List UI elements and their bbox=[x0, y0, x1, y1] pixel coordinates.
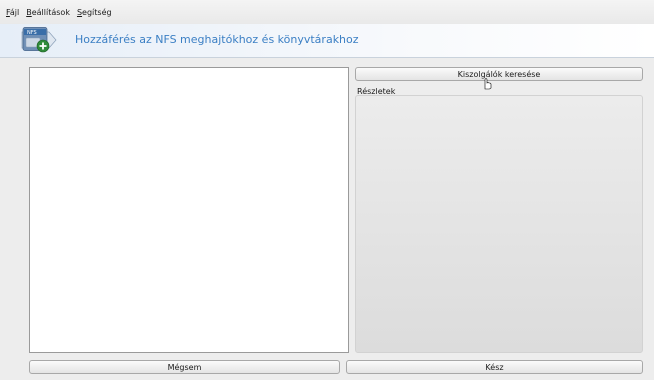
mouse-pointer-icon bbox=[484, 78, 492, 90]
nfs-share-icon: NFS bbox=[21, 27, 57, 53]
cancel-button[interactable]: Mégsem bbox=[29, 360, 340, 374]
search-servers-button[interactable]: Kiszolgálók keresése bbox=[355, 67, 643, 81]
share-list[interactable] bbox=[29, 67, 349, 353]
menu-settings[interactable]: Beállítások bbox=[26, 8, 70, 17]
page-title: Hozzáférés az NFS meghajtókhoz és könyvt… bbox=[75, 33, 359, 46]
menu-bar: Fájl Beállítások Segítség bbox=[0, 0, 654, 24]
menu-help[interactable]: Segítség bbox=[77, 8, 112, 17]
menu-file[interactable]: Fájl bbox=[6, 8, 19, 17]
svg-text:NFS: NFS bbox=[27, 30, 37, 36]
done-button[interactable]: Kész bbox=[346, 360, 643, 374]
details-panel bbox=[355, 95, 643, 353]
